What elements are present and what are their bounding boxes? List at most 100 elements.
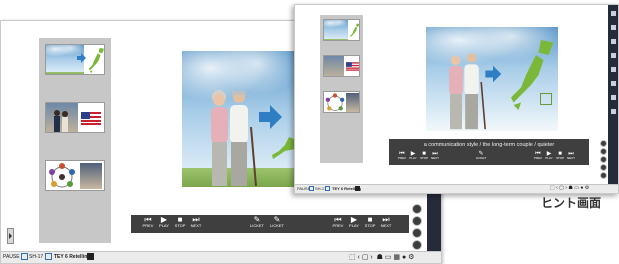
licket-label: LICKET [269,223,284,228]
next-button-2[interactable]: ⏭ NEXT [379,216,393,228]
circle-button-1[interactable] [600,140,607,147]
circle-button-5[interactable] [600,172,607,179]
prev-label: PREV [142,223,154,228]
japan-map-icon [350,23,359,37]
hint-screen-caption: ヒント画面 [541,196,602,210]
taskbar-tab-retelling[interactable]: TEY 6 Retelling [54,254,90,260]
licket-button-2[interactable]: ✎ LICKET [268,216,286,228]
stop-button[interactable]: ■ STOP [419,151,429,160]
licket-label: LICKET [249,223,264,228]
play-label: PLAY [349,223,359,228]
window-icon [309,186,314,191]
chevron-right-icon [9,233,12,239]
main-slide-photo [426,27,558,131]
play-button[interactable]: ▶ PLAY [157,216,171,228]
prev-label: PREV [533,156,543,160]
slide-thumbnail-3[interactable] [45,160,105,191]
hint-screen-window: a communication style / the long-term co… [294,4,619,194]
left-expand-tab[interactable] [7,228,14,244]
slide-thumbnail-1[interactable] [45,44,105,75]
prev-button[interactable]: ⏮ PREV [141,216,155,228]
stop-button[interactable]: ■ STOP [173,216,187,228]
slide-thumbnail-2[interactable] [323,55,360,77]
sidebar-tool-icon[interactable] [611,25,616,30]
side-circle-buttons [600,140,607,179]
slide-thumbnail-1[interactable] [323,19,360,41]
taskbar-tray-icons: ⬚ ‹ ▢ › ☗ ▭ ● ⚙ [550,185,590,191]
play-button-2[interactable]: ▶ PLAY [347,216,361,228]
stop-label: STOP [174,223,186,228]
next-label: NEXT [430,156,439,160]
circle-button-4[interactable] [412,240,422,250]
prev-label: PREV [397,156,407,160]
okinawa-inset [540,93,552,105]
window-icon [45,253,52,260]
thumbnail-photo [324,20,348,40]
prev-label: PREV [332,223,344,228]
next-label: NEXT [190,223,202,228]
stop-button-2[interactable]: ■ STOP [555,151,565,160]
sidebar-tool-icon[interactable] [611,81,616,86]
sidebar-tool-icon[interactable] [611,67,616,72]
licket-button[interactable]: ✎ LICKET [473,151,489,160]
control-bar: ⏮ PREV ▶ PLAY ■ STOP ⏭ NEXT ✎ LICKET ✎ LICKET … [131,215,409,233]
circle-button-3[interactable] [600,156,607,163]
thumbnail-photo [324,56,344,76]
play-button-2[interactable]: ▶ PLAY [544,151,554,160]
stop-label: STOP [555,156,565,160]
slide-thumbnail-3[interactable] [323,91,360,113]
thumbnail-photo [346,93,359,112]
play-label: PLAY [409,156,417,160]
prev-button-2[interactable]: ⏮ PREV [533,151,543,160]
right-dark-sidebar [608,5,618,193]
next-label: NEXT [566,156,575,160]
sidebar-tool-icon[interactable] [611,95,616,100]
sidebar-tool-icon[interactable] [611,39,616,44]
circle-button-1[interactable] [412,204,422,214]
next-label: NEXT [380,223,392,228]
slide-thumbnail-panel [39,38,111,243]
licket-label: LICKET [475,156,487,160]
window-icon [21,253,28,260]
prev-button-2[interactable]: ⏮ PREV [331,216,345,228]
play-button[interactable]: ▶ PLAY [408,151,418,160]
window-icon [325,186,330,191]
prev-button[interactable]: ⏮ PREV [397,151,407,160]
us-flag-icon [81,112,101,125]
close-icon[interactable] [87,253,94,260]
slide-thumbnail-2[interactable] [45,102,105,133]
people-circle-icon [49,163,75,188]
hint-caption-text: a communication style / the long-term co… [423,142,555,148]
elderly-couple-figure [211,90,257,187]
play-label: PLAY [545,156,553,160]
licket-button-1[interactable]: ✎ LICKET [248,216,266,228]
sidebar-tool-icon[interactable] [611,109,616,114]
sidebar-tool-icon[interactable] [611,11,616,16]
stop-label: STOP [419,156,429,160]
close-icon[interactable] [355,186,360,191]
taskbar-tray-icons: ⬚ ‹ ▢ › ☗ ▭ ▦ ● ⚙ [349,254,415,261]
taskbar-tab-sh17[interactable]: SH-17 [29,254,43,260]
stop-button-2[interactable]: ■ STOP [363,216,377,228]
play-label: PLAY [159,223,169,228]
thumbnail-photo [80,163,102,189]
circle-button-4[interactable] [600,164,607,171]
stop-label: STOP [364,223,376,228]
arrow-right-icon [259,105,282,129]
japan-map-icon [88,47,104,74]
couple-figure-icon [54,110,68,132]
sidebar-tool-icon[interactable] [611,53,616,58]
circle-button-2[interactable] [412,216,422,226]
taskbar: PAUSE SH-17 TEY 6 Retelling ⬚ ‹ ▢ › ☗ ▭ … [295,184,618,193]
hint-caption-bar: a communication style / the long-term co… [389,139,589,165]
next-button[interactable]: ⏭ NEXT [430,151,440,160]
pause-label: PAUSE [3,254,20,260]
circle-button-3[interactable] [412,228,422,238]
people-circle-icon [325,93,345,111]
next-button-2[interactable]: ⏭ NEXT [566,151,576,160]
circle-button-2[interactable] [600,148,607,155]
next-button[interactable]: ⏭ NEXT [189,216,203,228]
arrow-right-icon [485,65,502,83]
slide-thumbnail-panel [320,15,363,163]
us-flag-icon [346,62,359,71]
